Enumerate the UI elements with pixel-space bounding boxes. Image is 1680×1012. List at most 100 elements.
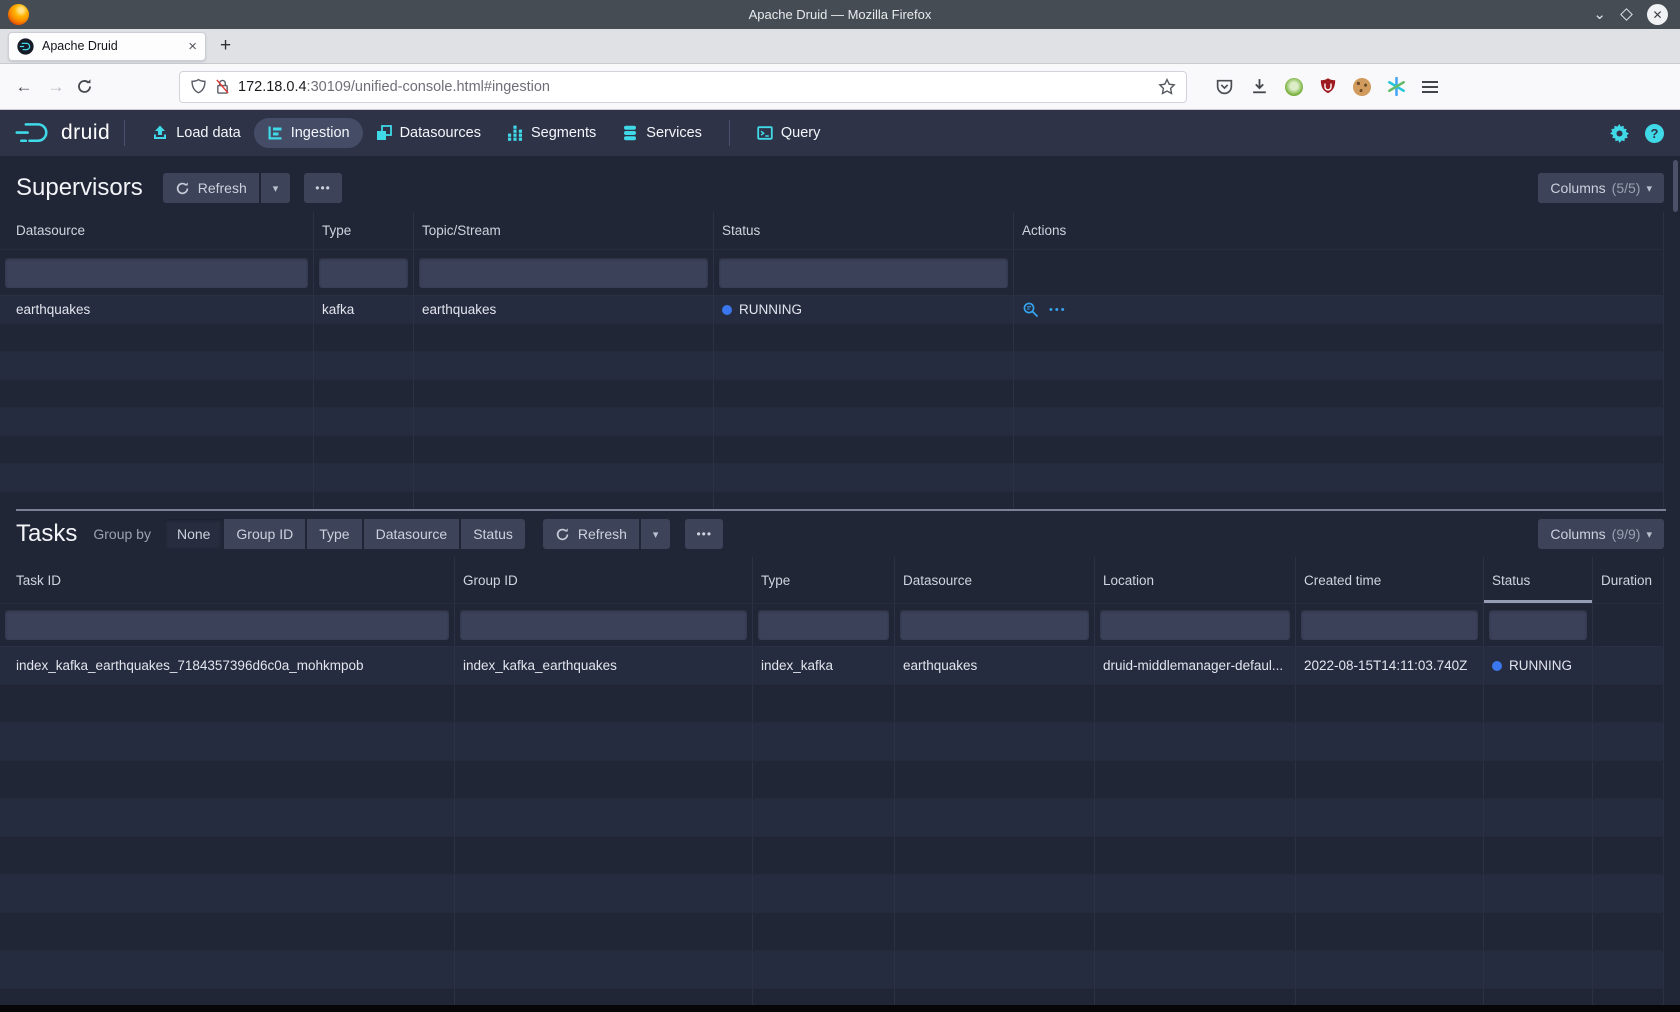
group-by-status-button[interactable]: Status [461,519,525,549]
filter-datasource-input[interactable] [900,610,1089,640]
services-icon [622,125,638,141]
col-header-datasource[interactable]: Datasource [895,557,1095,603]
col-header-group-id[interactable]: Group ID [455,557,753,603]
tasks-title: Tasks [16,520,77,548]
supervisors-refresh-caret-button[interactable]: ▾ [261,173,291,203]
group-by-button-group: None Group ID Type Datasource Status [165,519,525,549]
nav-load-data[interactable]: Load data [139,118,254,148]
group-by-none-button[interactable]: None [165,519,222,549]
druid-favicon [17,38,34,55]
menu-icon[interactable] [1422,81,1438,93]
ingestion-icon [267,125,283,141]
col-header-topic-stream[interactable]: Topic/Stream [414,212,714,249]
col-header-status[interactable]: Status [714,212,1014,249]
cookie-extension-icon[interactable] [1353,78,1371,96]
privacy-extension-icon[interactable] [1285,78,1303,96]
col-header-datasource[interactable]: Datasource [0,212,314,249]
download-icon[interactable] [1250,77,1269,96]
filter-location-input[interactable] [1100,610,1290,640]
filter-type-input[interactable] [758,610,889,640]
supervisor-datasource: earthquakes [0,296,314,323]
settings-gear-icon[interactable] [1610,124,1629,143]
col-header-type[interactable]: Type [314,212,414,249]
task-type: index_kafka [753,647,895,684]
col-header-location[interactable]: Location [1095,557,1296,603]
filter-type-input[interactable] [319,258,408,288]
row-more-actions-icon[interactable]: ••• [1049,304,1067,316]
maximize-icon[interactable] [1620,8,1633,21]
nav-query[interactable]: Query [744,118,834,148]
inspect-magnifier-icon[interactable] [1022,301,1039,318]
filter-datasource-input[interactable] [5,258,308,288]
nav-segments[interactable]: Segments [494,118,609,148]
col-header-type[interactable]: Type [753,557,895,603]
nav-separator [729,120,730,146]
filter-status-input[interactable] [719,258,1008,288]
forward-icon[interactable]: → [40,77,72,97]
url-host: 172.18.0.4 [238,79,307,95]
bookmark-star-icon[interactable] [1158,78,1176,96]
window-bottom-edge [0,1005,1680,1012]
insecure-lock-icon[interactable] [215,78,230,95]
group-by-type-button[interactable]: Type [307,519,361,549]
new-tab-button[interactable]: + [220,35,231,57]
nav-ingestion[interactable]: Ingestion [254,118,363,148]
nav-services-label: Services [646,125,702,141]
sparkle-extension-icon[interactable] [1387,77,1406,96]
col-header-created-time[interactable]: Created time [1296,557,1484,603]
tasks-refresh-button[interactable]: Refresh [543,519,639,549]
nav-datasources[interactable]: Datasources [363,118,494,148]
pocket-icon[interactable] [1215,77,1234,96]
tasks-columns-button[interactable]: Columns (9/9) ▾ [1538,519,1664,549]
empty-row [0,408,1664,436]
caret-down-icon: ▾ [1646,182,1652,195]
group-by-group-id-button[interactable]: Group ID [224,519,305,549]
toolbar-extensions [1215,77,1438,96]
tab-strip: Apache Druid × + [0,29,1680,64]
filter-task-id-input[interactable] [5,610,449,640]
empty-row [0,380,1664,408]
filter-group-id-input[interactable] [460,610,747,640]
col-header-task-id[interactable]: Task ID [0,557,455,603]
back-icon[interactable]: ← [8,77,40,97]
supervisors-header: Supervisors Refresh ▾ ••• Columns (5/5) … [0,156,1680,212]
firefox-window: Apache Druid — Mozilla Firefox ⌄ ✕ Apach… [0,0,1680,1012]
col-header-duration[interactable]: Duration [1593,557,1664,603]
col-header-status-sorted[interactable]: Status [1484,557,1593,603]
url-bar[interactable]: 172.18.0.4:30109/unified-console.html#in… [179,71,1187,103]
tasks-more-button[interactable]: ••• [685,519,723,549]
druid-logo[interactable]: druid [14,120,110,146]
supervisors-table-body: earthquakes kafka earthquakes RUNNING ••… [0,296,1664,509]
nav-separator [124,120,125,146]
group-by-datasource-button[interactable]: Datasource [364,519,460,549]
supervisors-refresh-group: Refresh ▾ [163,173,291,203]
reload-icon[interactable] [76,78,93,95]
col-header-actions[interactable]: Actions [1014,212,1664,249]
supervisors-table: Datasource Type Topic/Stream Status Acti… [0,212,1664,509]
filter-status-input[interactable] [1489,610,1587,640]
scrollbar-thumb[interactable] [1673,160,1678,212]
navigation-toolbar: ← → 172.18.0.4:30109/unified-console.htm… [0,64,1680,110]
task-row[interactable]: index_kafka_earthquakes_7184357396d6c0a_… [0,647,1664,685]
browser-tab[interactable]: Apache Druid × [8,32,206,61]
supervisors-columns-button[interactable]: Columns (5/5) ▾ [1538,173,1664,203]
empty-row [0,989,1664,1005]
datasources-icon [376,125,392,141]
filter-created-time-input[interactable] [1301,610,1478,640]
filter-topic-stream-input[interactable] [419,258,708,288]
help-icon[interactable]: ? [1645,124,1664,143]
tab-close-icon[interactable]: × [188,38,197,55]
query-icon [757,125,773,141]
refresh-label: Refresh [198,180,247,196]
supervisors-more-button[interactable]: ••• [304,173,342,203]
minimize-icon[interactable]: ⌄ [1593,10,1606,20]
shield-icon[interactable] [190,78,207,96]
empty-row [0,464,1664,492]
nav-services[interactable]: Services [609,118,715,148]
close-icon[interactable]: ✕ [1647,4,1668,25]
supervisor-row[interactable]: earthquakes kafka earthquakes RUNNING ••… [0,296,1664,324]
tasks-refresh-caret-button[interactable]: ▾ [641,519,671,549]
ublock-icon[interactable] [1319,77,1337,96]
supervisors-refresh-button[interactable]: Refresh [163,173,259,203]
empty-row [0,492,1664,509]
